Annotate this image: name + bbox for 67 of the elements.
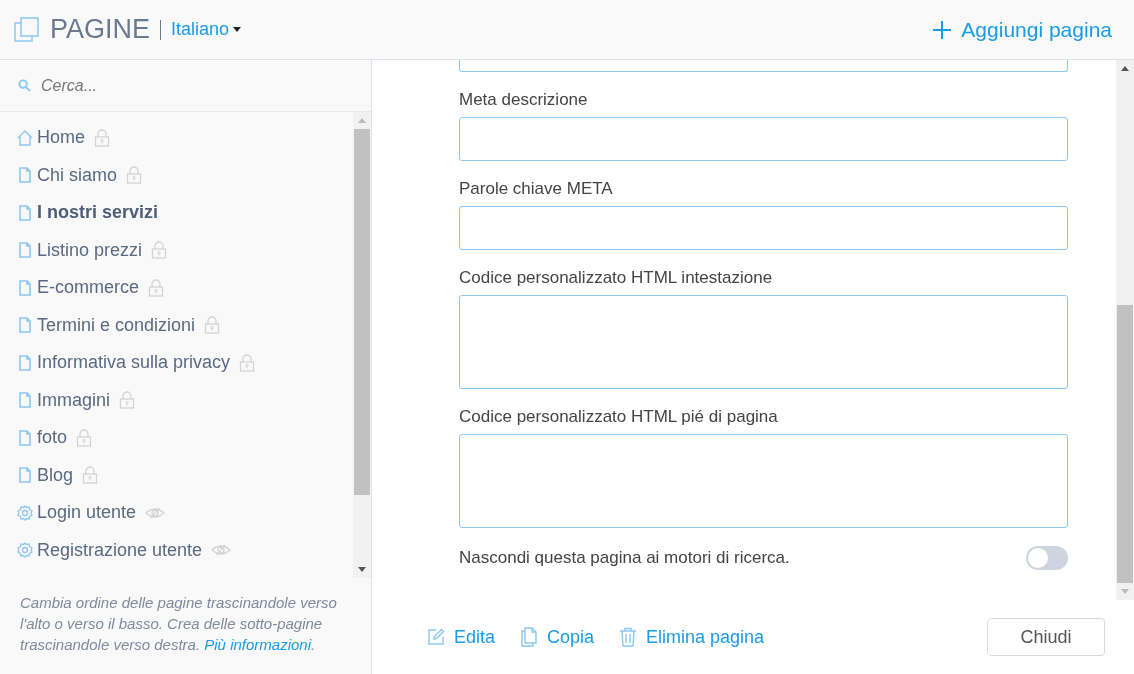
- page-icon: [16, 241, 34, 260]
- search-field[interactable]: Cerca...: [39, 75, 353, 96]
- page-link[interactable]: foto: [37, 427, 68, 449]
- pages-icon: [14, 16, 40, 43]
- page-icon: [16, 466, 34, 485]
- text-area[interactable]: [459, 434, 1068, 528]
- gear-icon: [16, 503, 34, 522]
- scrollbar[interactable]: [353, 112, 371, 578]
- page-link[interactable]: Chi siamo: [37, 164, 118, 186]
- text-area[interactable]: [459, 295, 1068, 389]
- copy-icon: [519, 627, 540, 647]
- lock-icon: [151, 241, 168, 260]
- lock-icon: [119, 391, 136, 410]
- more-info-link[interactable]: Più informazioni: [204, 636, 311, 653]
- field-label: Parole chiave META: [459, 179, 614, 199]
- input-field[interactable]: [459, 206, 1068, 250]
- lock-icon: [76, 428, 93, 447]
- lock-icon: [82, 466, 99, 485]
- page-link[interactable]: I nostri servizi: [37, 202, 159, 224]
- plus-icon: [933, 20, 952, 39]
- field-label: Codice personalizzato HTML pié di pagina: [459, 407, 779, 427]
- scroll-down-icon[interactable]: [358, 567, 366, 572]
- field-label: Codice personalizzato HTML intestazione: [459, 268, 774, 288]
- add-page-button[interactable]: Aggiungi pagina: [933, 17, 1112, 42]
- page-icon: [16, 166, 34, 185]
- toggle-label: Nascondi questa pagina ai motori di ricerca.: [459, 548, 791, 568]
- lock-icon: [126, 166, 143, 185]
- page-link[interactable]: Informativa sulla privacy: [37, 352, 231, 374]
- page-icon: [16, 278, 34, 297]
- close-button[interactable]: Chiudi: [987, 618, 1105, 656]
- gear-icon: [16, 541, 34, 560]
- help-text: Cambia ordine delle pagine trascinandole verso l'alto o verso il basso. Crea delle sotto-pagine trascinandole verso destra. Più informazioni.: [19, 593, 338, 655]
- home-icon: [16, 128, 34, 147]
- page-link[interactable]: Home: [37, 127, 85, 149]
- language-dropdown[interactable]: Italiano: [171, 19, 242, 40]
- page-link[interactable]: Immagini: [37, 389, 111, 411]
- page-icon: [16, 353, 34, 372]
- field-label: Meta descrizione: [459, 90, 589, 110]
- lock-icon: [94, 128, 110, 147]
- caret-icon: [233, 27, 242, 32]
- lock-icon: [239, 353, 256, 372]
- lock-icon: [148, 278, 164, 297]
- toggle-switch[interactable]: [1026, 546, 1068, 570]
- lock-icon: [204, 316, 221, 335]
- page-link[interactable]: E-commerce: [37, 277, 139, 299]
- page-link[interactable]: Registrazione utente: [37, 539, 203, 561]
- page-link[interactable]: Listino prezzi: [37, 239, 143, 261]
- action-link[interactable]: Elimina pagina: [618, 626, 765, 648]
- action-link[interactable]: Edita: [426, 626, 496, 648]
- input-field[interactable]: [459, 117, 1068, 161]
- page-icon: [16, 316, 34, 335]
- hidden-eye-icon: [145, 505, 166, 520]
- page-icon: [16, 391, 34, 410]
- page-title: PAGINE: [50, 14, 151, 45]
- scroll-up-icon[interactable]: [1121, 66, 1129, 71]
- page-icon: [16, 203, 34, 222]
- hidden-eye-icon: [211, 543, 232, 558]
- input-field[interactable]: [459, 60, 1068, 72]
- edit-icon: [426, 627, 446, 647]
- search-icon: [18, 79, 31, 92]
- action-link[interactable]: Copia: [519, 626, 595, 648]
- page-link[interactable]: Blog: [37, 464, 74, 486]
- trash-icon: [618, 627, 639, 647]
- page-link[interactable]: Termini e condizioni: [37, 314, 196, 336]
- scrollbar[interactable]: [1116, 60, 1134, 600]
- page-icon: [16, 428, 34, 447]
- page-link[interactable]: Login utente: [37, 502, 137, 524]
